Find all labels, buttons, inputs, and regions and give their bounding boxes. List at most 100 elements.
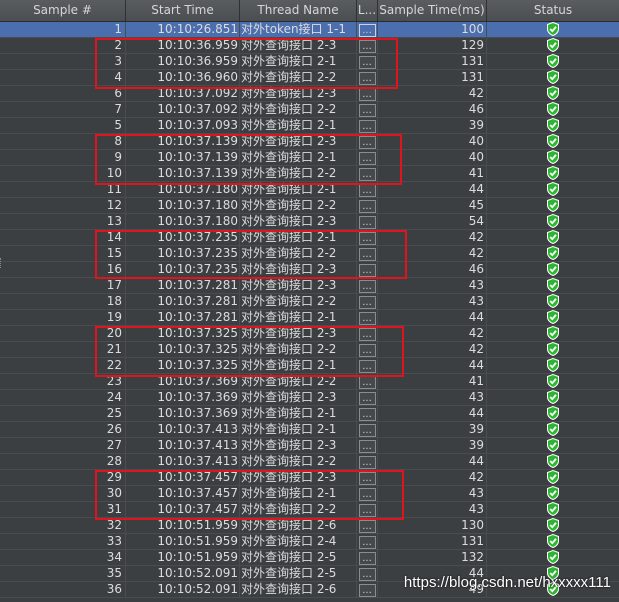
table-row[interactable]: 17 10:10:37.281 对外查询接口 2-3... 43 [0,278,619,294]
table-row[interactable]: 29 10:10:37.457 对外查询接口 2-3... 42 [0,470,619,486]
table-row[interactable]: 30 10:10:37.457 对外查询接口 2-1... 43 [0,486,619,502]
sample-time-cell: 44 [378,454,487,469]
column-header-label[interactable]: L... [357,0,378,21]
table-row[interactable]: 15 10:10:37.235 对外查询接口 2-2... 42 [0,246,619,262]
label-ellipsis-button[interactable]: ... [358,552,376,565]
table-row[interactable]: 11 10:10:37.180 对外查询接口 2-1... 44 [0,182,619,198]
label-ellipsis-button[interactable]: ... [358,440,376,453]
label-ellipsis-button[interactable]: ... [358,120,376,133]
label-ellipsis-button[interactable]: ... [358,488,376,501]
label-ellipsis-button[interactable]: ... [358,520,376,533]
start-time-cell: 10:10:37.325 [126,326,240,341]
label-ellipsis-button[interactable]: ... [358,264,376,277]
start-time-cell: 10:10:36.959 [126,38,240,53]
status-cell [487,358,619,373]
label-ellipsis-button[interactable]: ... [358,344,376,357]
table-row[interactable]: 13 10:10:37.180 对外查询接口 2-3... 54 [0,214,619,230]
table-row[interactable]: 32 10:10:51.959 对外查询接口 2-6... 130 [0,518,619,534]
table-row[interactable]: 33 10:10:51.959 对外查询接口 2-4... 131 [0,534,619,550]
label-cell: ... [357,102,378,117]
label-ellipsis-button[interactable]: ... [358,360,376,373]
table-row[interactable]: 20 10:10:37.325 对外查询接口 2-3... 42 [0,326,619,342]
label-ellipsis-button[interactable]: ... [358,136,376,149]
sample-time-cell: 44 [378,182,487,197]
label-ellipsis-button[interactable]: ... [358,248,376,261]
table-row[interactable]: 8 10:10:37.139 对外查询接口 2-3... 40 [0,134,619,150]
label-ellipsis-button[interactable]: ... [358,328,376,341]
label-ellipsis-button[interactable]: ... [358,424,376,437]
sample-number-cell: 8 [0,134,126,149]
start-time-cell: 10:10:37.281 [126,310,240,325]
label-cell: ... [357,470,378,485]
label-ellipsis-button[interactable]: ... [358,472,376,485]
sample-number-cell: 33 [0,534,126,549]
table-row[interactable]: 4 10:10:36.960 对外查询接口 2-2... 131 [0,70,619,86]
start-time-cell: 10:10:26.851 [126,22,240,37]
label-ellipsis-button[interactable]: ... [358,536,376,549]
sample-number-cell: 32 [0,518,126,533]
column-header-status[interactable]: Status [487,0,619,21]
table-row[interactable]: 14 10:10:37.235 对外查询接口 2-1... 42 [0,230,619,246]
table-row[interactable]: 1 10:10:26.851 对外token接口 1-1... 100 [0,22,619,38]
label-ellipsis-button[interactable]: ... [358,88,376,101]
label-ellipsis-button[interactable]: ... [358,280,376,293]
label-ellipsis-button[interactable]: ... [358,296,376,309]
label-ellipsis-button[interactable]: ... [358,72,376,85]
status-cell [487,342,619,357]
table-row[interactable]: 27 10:10:37.413 对外查询接口 2-3... 39 [0,438,619,454]
table-row[interactable]: 24 10:10:37.369 对外查询接口 2-3... 43 [0,390,619,406]
label-ellipsis-button[interactable]: ... [358,104,376,117]
table-row[interactable]: 18 10:10:37.281 对外查询接口 2-2... 43 [0,294,619,310]
label-ellipsis-button[interactable]: ... [358,24,376,37]
sample-time-cell: 100 [378,22,487,37]
table-row[interactable]: 5 10:10:37.093 对外查询接口 2-1... 39 [0,118,619,134]
table-row[interactable]: 34 10:10:51.959 对外查询接口 2-5... 132 [0,550,619,566]
label-ellipsis-button[interactable]: ... [358,392,376,405]
column-header-thread-name[interactable]: Thread Name [240,0,357,21]
label-ellipsis-button[interactable]: ... [358,56,376,69]
table-row[interactable]: 23 10:10:37.369 对外查询接口 2-2... 41 [0,374,619,390]
table-row[interactable]: 26 10:10:37.413 对外查询接口 2-1... 39 [0,422,619,438]
table-row[interactable]: 7 10:10:37.092 对外查询接口 2-2... 46 [0,102,619,118]
table-row[interactable]: 31 10:10:37.457 对外查询接口 2-2... 43 [0,502,619,518]
column-header-sample[interactable]: Sample # [0,0,126,21]
table-row[interactable]: 6 10:10:37.092 对外查询接口 2-3... 42 [0,86,619,102]
label-ellipsis-button[interactable]: ... [358,152,376,165]
column-header-start-time[interactable]: Start Time [126,0,240,21]
label-cell: ... [357,86,378,101]
label-ellipsis-button[interactable]: ... [358,168,376,181]
table-row[interactable]: 16 10:10:37.235 对外查询接口 2-3... 46 [0,262,619,278]
label-ellipsis-button[interactable]: ... [358,184,376,197]
table-row[interactable]: 25 10:10:37.369 对外查询接口 2-1... 44 [0,406,619,422]
label-ellipsis-button[interactable]: ... [358,312,376,325]
table-row[interactable]: 28 10:10:37.413 对外查询接口 2-2... 44 [0,454,619,470]
table-row[interactable]: 19 10:10:37.281 对外查询接口 2-1... 44 [0,310,619,326]
label-ellipsis-button[interactable]: ... [358,408,376,421]
table-row[interactable]: 10 10:10:37.139 对外查询接口 2-2... 41 [0,166,619,182]
check-shield-icon [546,70,560,85]
table-row[interactable]: 2 10:10:36.959 对外查询接口 2-3... 129 [0,38,619,54]
label-ellipsis-button[interactable]: ... [358,200,376,213]
label-ellipsis-button[interactable]: ... [358,568,376,581]
sample-number-cell: 27 [0,438,126,453]
resize-grip[interactable] [0,258,4,268]
sample-number-cell: 16 [0,262,126,277]
label-ellipsis-button[interactable]: ... [358,216,376,229]
table-row[interactable]: 9 10:10:37.139 对外查询接口 2-1... 40 [0,150,619,166]
label-ellipsis-button[interactable]: ... [358,40,376,53]
table-row[interactable]: 3 10:10:36.959 对外查询接口 2-1... 131 [0,54,619,70]
sample-number-cell: 35 [0,566,126,581]
label-ellipsis-button[interactable]: ... [358,504,376,517]
sample-number-cell: 7 [0,102,126,117]
table-row[interactable]: 12 10:10:37.180 对外查询接口 2-2... 45 [0,198,619,214]
status-cell [487,166,619,181]
label-ellipsis-button[interactable]: ... [358,232,376,245]
table-row[interactable]: 22 10:10:37.325 对外查询接口 2-1... 44 [0,358,619,374]
column-header-sample-time[interactable]: Sample Time(ms) [378,0,487,21]
label-ellipsis-button[interactable]: ... [358,584,376,597]
label-ellipsis-button[interactable]: ... [358,376,376,389]
table-row[interactable]: 21 10:10:37.325 对外查询接口 2-2... 42 [0,342,619,358]
sample-time-cell: 40 [378,150,487,165]
label-cell: ... [357,134,378,149]
label-ellipsis-button[interactable]: ... [358,456,376,469]
